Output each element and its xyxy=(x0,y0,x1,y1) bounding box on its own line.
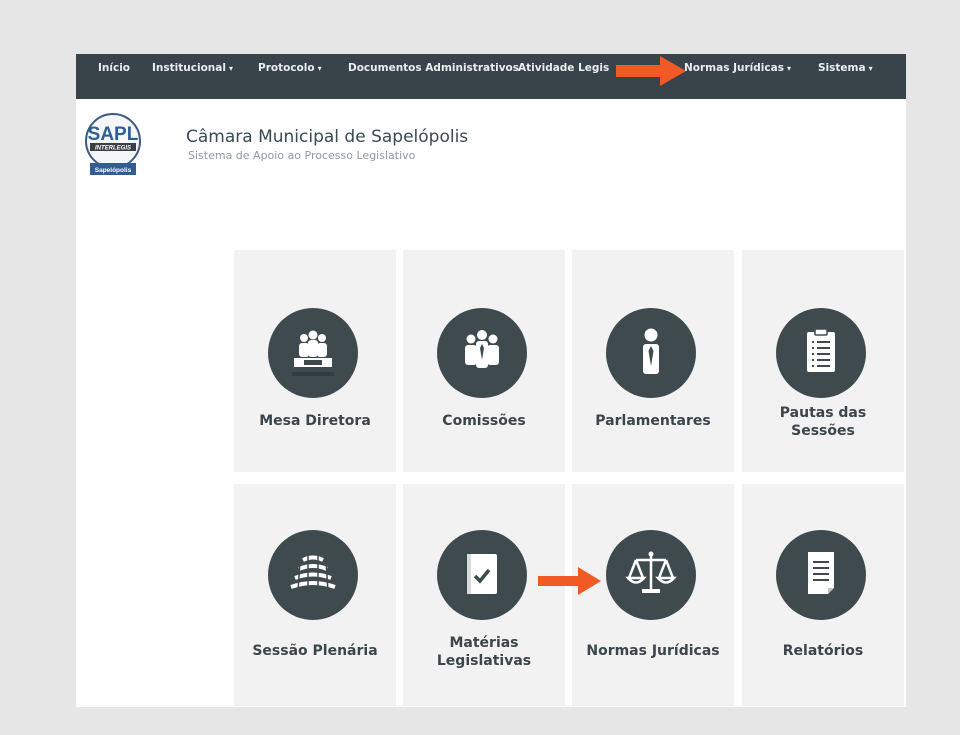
person-tie-icon xyxy=(606,308,696,398)
top-navbar: Início Institucional ▾ Protocolo ▾ Documen… xyxy=(76,54,906,99)
site-subtitle: Sistema de Apoio ao Processo Legislativo xyxy=(188,149,416,162)
chevron-down-icon: ▾ xyxy=(868,64,873,73)
clipboard-list-icon xyxy=(776,308,866,398)
book-check-icon xyxy=(437,530,527,620)
browser-page: Início Institucional ▾ Protocolo ▾ Documen… xyxy=(76,54,906,707)
chevron-down-icon: ▾ xyxy=(228,64,233,73)
nav-item-institucional[interactable]: Institucional ▾ xyxy=(144,60,241,76)
tile-label: Sessão Plenária xyxy=(252,643,378,659)
tile-label: Mesa Diretora xyxy=(259,413,371,429)
tile-label: Parlamentares xyxy=(595,413,711,429)
meeting-table-icon xyxy=(268,308,358,398)
tile-mesa-diretora[interactable]: Mesa Diretora xyxy=(234,250,396,472)
document-icon xyxy=(776,530,866,620)
tile-comissoes[interactable]: Comissões xyxy=(403,250,565,472)
sapl-logo[interactable]: SAPL INTERLEGIS Sapelópolis xyxy=(84,112,142,178)
nav-item-protocolo[interactable]: Protocolo ▾ xyxy=(250,60,330,76)
tile-label: Normas Jurídicas xyxy=(586,643,720,659)
nav-item-inicio[interactable]: Início xyxy=(90,60,138,76)
svg-text:SAPL: SAPL xyxy=(88,124,139,145)
nav-item-normas-juridicas[interactable]: Normas Jurídicas ▾ xyxy=(676,60,799,76)
svg-text:Sapelópolis: Sapelópolis xyxy=(95,167,132,174)
tile-sessao-plenaria[interactable]: Sessão Plenária xyxy=(234,484,396,706)
scales-icon xyxy=(606,530,696,620)
nav-item-documentos-administrativos[interactable]: Documentos Administrativos xyxy=(340,60,527,76)
chevron-down-icon: ▾ xyxy=(786,64,791,73)
tile-relatorios[interactable]: Relatórios xyxy=(742,484,904,706)
plenary-seats-icon xyxy=(268,530,358,620)
tile-label: Comissões xyxy=(442,413,526,429)
site-title: Câmara Municipal de Sapelópolis xyxy=(186,127,469,147)
annotation-arrow-icon xyxy=(616,56,686,86)
nav-item-sistema[interactable]: Sistema ▾ xyxy=(810,60,881,76)
nav-item-atividade-legislativa[interactable]: Atividade Legis xyxy=(510,60,617,76)
tile-parlamentares[interactable]: Parlamentares xyxy=(572,250,734,472)
chevron-down-icon: ▾ xyxy=(317,64,322,73)
tile-label: Relatórios xyxy=(782,643,864,659)
annotation-arrow-icon xyxy=(538,567,601,595)
tile-pautas-das-sessoes[interactable]: Pautas das Sessões xyxy=(742,250,904,472)
tile-label: Pautas das Sessões xyxy=(779,405,867,439)
svg-text:INTERLEGIS: INTERLEGIS xyxy=(95,146,131,152)
tile-label: Matérias Legislativas xyxy=(436,635,532,669)
group-people-icon xyxy=(437,308,527,398)
